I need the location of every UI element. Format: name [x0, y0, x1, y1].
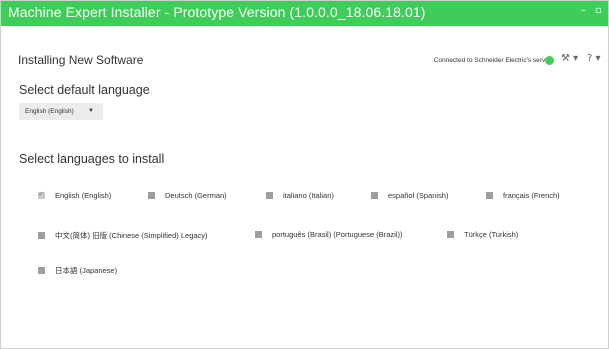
language-label: português (Brasil) (Portuguese (Brazil))	[272, 230, 403, 239]
checkbox-checked-icon	[38, 190, 45, 200]
checkbox-icon	[148, 192, 155, 199]
connection-status-text: Connected to Schneider Electric's server	[433, 57, 551, 64]
tools-icon[interactable]: ⚒ ▾	[561, 53, 578, 64]
installer-window: Machine Expert Installer - Prototype Ver…	[0, 0, 609, 349]
chevron-down-icon: ▼	[88, 108, 94, 114]
language-label: español (Spanish)	[388, 191, 449, 200]
language-label: Deutsch (German)	[165, 191, 227, 200]
language-checkbox-turkish[interactable]: Türkçe (Turkish)	[447, 230, 518, 242]
default-language-dropdown[interactable]: English (English) ▼	[19, 103, 103, 120]
language-checkbox-italian[interactable]: italiano (Italian)	[266, 191, 334, 203]
checkbox-icon	[486, 192, 493, 199]
language-checkbox-spanish[interactable]: español (Spanish)	[371, 191, 448, 203]
language-checkbox-japanese[interactable]: 日本語 (Japanese)	[38, 265, 117, 277]
window-title: Machine Expert Installer - Prototype Ver…	[8, 4, 426, 20]
language-label: italiano (Italian)	[283, 191, 334, 200]
help-icon[interactable]: ? ▾	[587, 53, 601, 64]
default-language-value: English (English)	[25, 108, 74, 115]
language-checkbox-portuguese-brazil[interactable]: português (Brasil) (Portuguese (Brazil))	[255, 230, 402, 242]
language-label: Türkçe (Turkish)	[464, 230, 519, 239]
language-label: français (French)	[503, 191, 560, 200]
language-checkbox-french[interactable]: français (French)	[486, 191, 560, 203]
minimize-button[interactable]: –	[581, 5, 586, 16]
default-language-heading: Select default language	[19, 83, 150, 97]
language-label: 中文(简体) 旧版 (Chinese (Simplified) Legacy)	[55, 231, 208, 240]
checkbox-icon	[38, 232, 45, 239]
title-bar: Machine Expert Installer - Prototype Ver…	[1, 1, 608, 26]
maximize-button[interactable]: ▫	[595, 5, 602, 16]
language-checkbox-german[interactable]: Deutsch (German)	[148, 191, 227, 203]
checkbox-icon	[255, 231, 262, 238]
language-checkbox-chinese-simplified-legacy[interactable]: 中文(简体) 旧版 (Chinese (Simplified) Legacy)	[38, 230, 208, 242]
checkbox-icon	[266, 192, 273, 199]
install-languages-heading: Select languages to install	[19, 152, 165, 166]
page-title: Installing New Software	[18, 53, 144, 67]
language-checkbox-english[interactable]: English (English)	[38, 190, 112, 203]
language-label: 日本語 (Japanese)	[55, 266, 118, 275]
connection-status-indicator	[545, 56, 554, 65]
checkbox-icon	[38, 267, 45, 274]
language-label: English (English)	[55, 191, 112, 200]
checkbox-icon	[371, 192, 378, 199]
checkbox-icon	[447, 231, 454, 238]
